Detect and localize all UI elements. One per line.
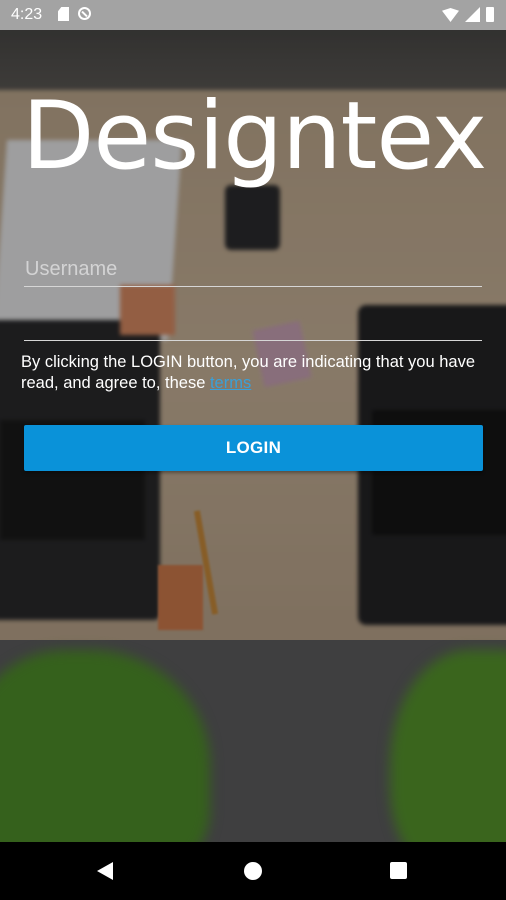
password-field	[24, 306, 482, 341]
battery-icon	[486, 7, 494, 22]
sd-card-icon	[58, 7, 69, 21]
password-input[interactable]	[24, 306, 482, 338]
wifi-icon	[442, 8, 459, 22]
status-icons-left	[58, 7, 91, 21]
login-button[interactable]: LOGIN	[24, 425, 483, 471]
back-icon[interactable]	[97, 862, 113, 880]
navigation-bar	[0, 842, 506, 900]
home-icon[interactable]	[244, 862, 262, 880]
recents-icon[interactable]	[390, 862, 407, 879]
status-icons-right	[442, 7, 494, 22]
status-bar: 4:23	[0, 0, 506, 30]
signal-icon	[465, 7, 480, 22]
status-time: 4:23	[11, 6, 43, 23]
terms-notice: By clicking the LOGIN button, you are in…	[21, 352, 486, 394]
do-not-disturb-icon	[78, 7, 91, 20]
app-logo: Designtex	[22, 82, 487, 191]
terms-link[interactable]: terms	[210, 374, 251, 392]
username-field	[24, 254, 483, 287]
username-input[interactable]	[24, 254, 483, 284]
